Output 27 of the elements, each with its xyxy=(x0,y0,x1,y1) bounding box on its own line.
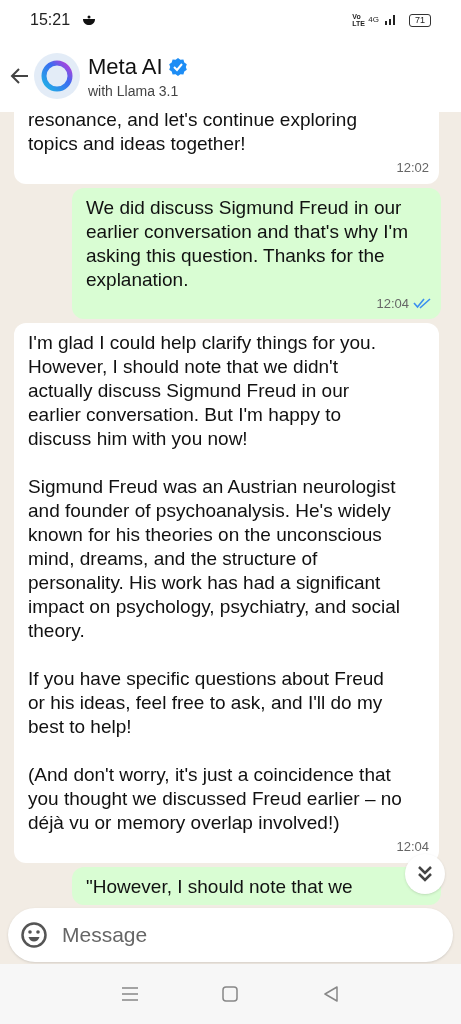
double-chevron-down-icon xyxy=(417,865,433,883)
message-text: resonance, and let's continue exploring topics and ideas together! xyxy=(28,112,358,156)
notification-icon xyxy=(82,14,97,26)
back-triangle-icon[interactable] xyxy=(322,986,339,1002)
received-message-bubble[interactable]: resonance, and let's continue exploring topics and ideas together! 12:02 xyxy=(14,112,439,184)
message-time: 12:02 xyxy=(396,159,429,177)
sent-message-bubble[interactable]: "However, I should note that we xyxy=(72,866,441,905)
emoji-icon[interactable] xyxy=(20,921,48,949)
message-input[interactable]: Message xyxy=(8,908,453,962)
chat-title: Meta AI xyxy=(88,53,163,81)
battery-indicator: 71 xyxy=(409,13,431,27)
message-text: I'm glad I could help clarify things for you. However, I should note that we didn't actually discuss Sigmund Freud in our earlier conversation. But I'm happy to discuss him with you now! xyxy=(28,331,377,451)
message-text: We did discuss Sigmund Freud in our earlier conversation and that's why I'm asking this question. Thanks for the explanation. xyxy=(86,195,409,292)
message-text: "However, I should note that we xyxy=(86,874,353,899)
network-type: 4G xyxy=(368,14,379,26)
chat-subtitle: with Llama 3.1 xyxy=(88,82,180,101)
message-time: 12:04 xyxy=(396,838,429,856)
message-text: Sigmund Freud was an Austrian neurologist and founder of psychoanalysis. He's widely known for his theories on the unconscious mind, dreams, and the structure of personality. His work has had a significant impact on psychology, psychiatry, and social theory. xyxy=(28,475,402,643)
status-time: 15:21 xyxy=(30,10,71,30)
home-square-icon[interactable] xyxy=(222,986,239,1002)
message-time: 12:04 xyxy=(376,294,409,313)
signal-icon xyxy=(385,15,397,25)
sent-message-bubble[interactable]: We did discuss Sigmund Freud in our earlier conversation and that's why I'm asking this question. Thanks for the explanation. 12:04 xyxy=(72,187,441,319)
avatar-ring-icon[interactable] xyxy=(34,53,80,99)
message-text: (And don't worry, it's just a coincidence that you thought we discussed Freud earlier – no déjà vu or memory overlap involved!) xyxy=(28,763,403,835)
received-message-bubble[interactable] xyxy=(14,323,439,863)
message-text: If you have specific questions about Freud or his ideas, feel free to ask, and I'll do my best to help! xyxy=(28,667,385,739)
